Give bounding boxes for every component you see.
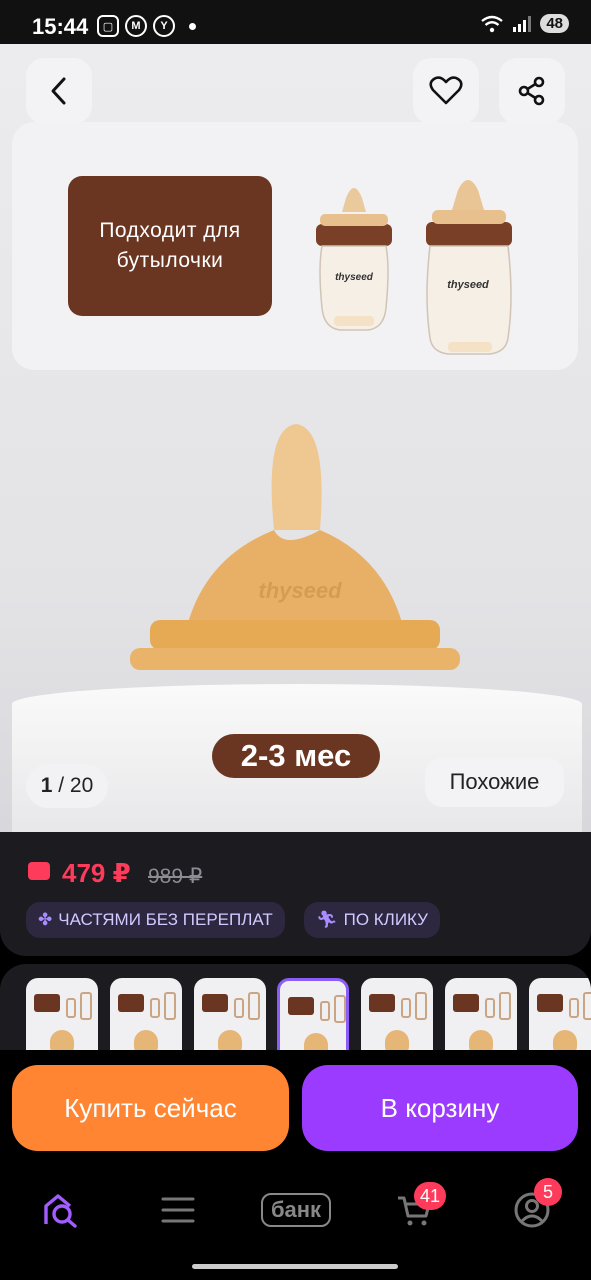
yandex-icon: Y [153, 15, 175, 37]
image-counter: 1 / 20 [26, 764, 108, 808]
current-price: 479 ₽ [62, 858, 131, 888]
one-click-label: ПО КЛИКУ [343, 910, 428, 929]
svg-text:thyseed: thyseed [258, 578, 342, 603]
share-icon [518, 76, 545, 106]
old-price: 989 ₽ [148, 865, 203, 888]
nav-home[interactable] [38, 1188, 82, 1232]
notification-icons: ▢ M Y [97, 15, 196, 37]
one-click-chip[interactable]: 🏃︎ ПО КЛИКУ [304, 902, 440, 938]
bank-label: банк [260, 1193, 332, 1227]
action-bar: Купить сейчас В корзину [0, 1050, 591, 1160]
favorite-button[interactable] [413, 58, 479, 124]
status-time: 15:44 [32, 14, 89, 39]
buy-now-button[interactable]: Купить сейчас [12, 1065, 289, 1151]
signal-icon [513, 15, 532, 32]
counter-current: 1 [40, 774, 53, 797]
similar-button[interactable]: Похожие [425, 757, 564, 807]
nav-bank[interactable]: банк [252, 1188, 340, 1232]
battery-indicator: 48 [540, 14, 569, 33]
nipple-image: thyseed [130, 424, 460, 670]
installments-chip[interactable]: ✤ ЧАСТЯМИ БЕЗ ПЕРЕПЛАТ [26, 902, 285, 938]
nav-catalog[interactable] [156, 1188, 200, 1232]
bottles-image: thyseed thyseed [316, 180, 512, 355]
status-bar: 15:44 ▢ M Y 48 [0, 0, 591, 44]
svg-text:thyseed: thyseed [447, 279, 489, 291]
installments-icon: ✤ [38, 910, 53, 929]
wifi-icon [481, 15, 504, 32]
back-button[interactable] [26, 58, 92, 124]
banner-label: Подходит для бутылочки [68, 176, 272, 316]
wallet-icon [28, 862, 50, 880]
menu-icon [161, 1197, 195, 1223]
price-section: 479 ₽ 989 ₽ ✤ ЧАСТЯМИ БЕЗ ПЕРЕПЛАТ 🏃︎ ПО… [0, 832, 591, 956]
add-to-cart-button[interactable]: В корзину [302, 1065, 578, 1151]
chevron-left-icon [51, 77, 66, 105]
svg-text:thyseed: thyseed [335, 272, 374, 283]
product-gallery[interactable]: Подходит для бутылочки thyseed thyseed t… [0, 44, 591, 832]
bottom-nav: банк 41 5 [0, 1160, 591, 1280]
mail-app-icon: M [125, 15, 147, 37]
heart-icon [429, 76, 463, 105]
info-banner: Подходит для бутылочки thyseed thyseed [12, 122, 578, 370]
home-indicator[interactable] [192, 1264, 398, 1269]
thumbnail-strip[interactable] [0, 964, 591, 1064]
home-search-icon [44, 1194, 77, 1228]
cart-badge: 41 [414, 1182, 447, 1210]
age-badge: 2-3 мес [212, 734, 380, 778]
screenshot-icon: ▢ [97, 15, 119, 37]
running-person-icon: 🏃︎ [316, 910, 338, 929]
more-notifications-dot [189, 22, 196, 30]
profile-badge: 5 [534, 1178, 562, 1206]
status-right: 48 [480, 14, 569, 33]
counter-total: / 20 [58, 774, 94, 797]
installments-label: ЧАСТЯМИ БЕЗ ПЕРЕПЛАТ [58, 910, 273, 929]
share-button[interactable] [499, 58, 565, 124]
